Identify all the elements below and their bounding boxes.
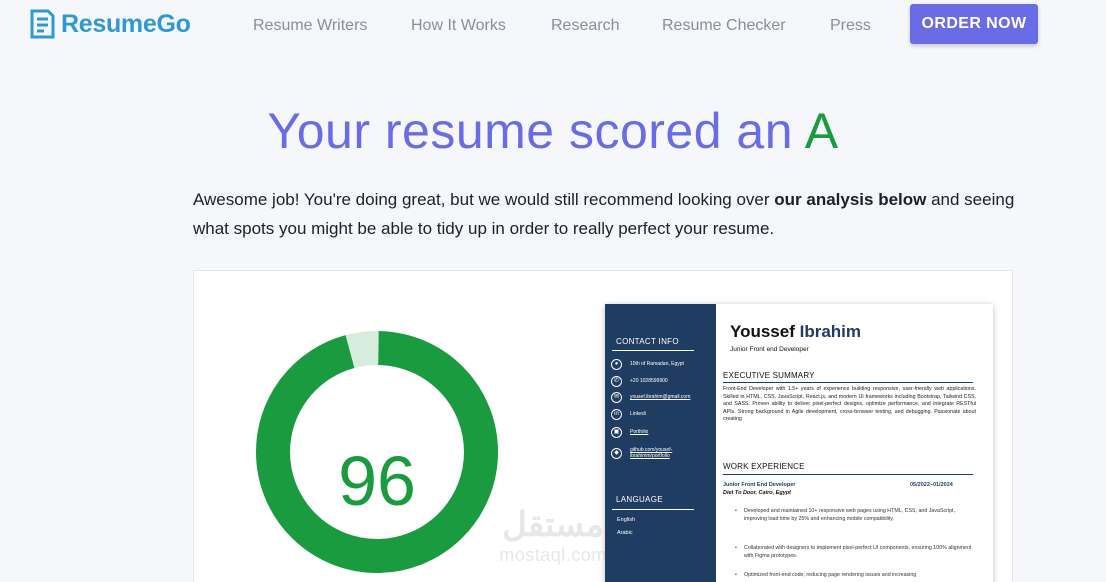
order-now-button[interactable]: ORDER NOW: [910, 4, 1038, 44]
score-value: 96: [338, 442, 416, 520]
score-heading-text: Your resume scored an: [267, 103, 794, 159]
mostaql-watermark: مستقل mostaql.com: [483, 505, 623, 575]
contact-phone-text: +20 1028599900: [630, 378, 668, 384]
contact-linkedin-text[interactable]: Linkedi: [630, 411, 708, 417]
resume-name: Youssef Ibrahim: [730, 322, 861, 342]
contact-divider: [612, 350, 694, 351]
logo-mark-icon: [30, 9, 55, 39]
contact-heading: CONTACT INFO: [616, 337, 679, 346]
contact-location-text: 10th of Ramadan, Egypt: [630, 361, 684, 367]
resume-first-name: Youssef: [730, 322, 795, 341]
contact-email: ✉ yousef.ibrahim@gmail.com: [611, 391, 708, 403]
score-heading: Your resume scored an A: [0, 102, 1106, 160]
intro-text-start: Awesome job! You're doing great, but we …: [193, 190, 775, 209]
summary-text: Front-End Developer with 1.5+ years of e…: [723, 386, 976, 422]
nav-resume-writers[interactable]: Resume Writers: [253, 17, 367, 35]
contact-github-text[interactable]: github.com/yousef-ibrahimm/portfolio: [630, 447, 708, 459]
linkedin-icon: in: [611, 408, 622, 420]
site-header: ResumeGo Resume Writers How It Works Res…: [0, 0, 1106, 50]
job-bullet: Optimized front-end code, reducing page …: [735, 572, 979, 580]
summary-heading: EXECUTIVE SUMMARY: [723, 371, 815, 380]
resumego-logo[interactable]: ResumeGo: [28, 6, 191, 42]
contact-email-text[interactable]: yousef.ibrahim@gmail.com: [630, 394, 708, 400]
intro-analysis-link: our analysis below: [774, 190, 927, 209]
contact-location: ● 10th of Ramadan, Egypt: [611, 358, 708, 370]
intro-paragraph: Awesome job! You're doing great, but we …: [193, 185, 1023, 243]
experience-divider: [723, 474, 973, 475]
resume-last-name: Ibrahim: [799, 322, 862, 341]
portfolio-icon: ▣: [611, 426, 622, 438]
language-divider: [612, 509, 694, 510]
nav-press[interactable]: Press: [830, 17, 871, 35]
email-icon: ✉: [611, 391, 622, 403]
contact-github: ◆ github.com/yousef-ibrahimm/portfolio: [611, 447, 708, 459]
nav-resume-checker[interactable]: Resume Checker: [662, 17, 786, 35]
watermark-arabic: مستقل: [502, 506, 604, 544]
contact-portfolio-text[interactable]: Portfolio: [630, 429, 708, 435]
contact-phone: ✆ +20 1028599900: [611, 375, 708, 387]
resume-preview[interactable]: CONTACT INFO ● 10th of Ramadan, Egypt ✆ …: [605, 304, 993, 582]
job-bullet: Developed and maintained 10+ responsive …: [735, 508, 979, 523]
resume-role: Junior Front end Developer: [730, 346, 809, 353]
nav-how-it-works[interactable]: How It Works: [411, 17, 506, 35]
github-icon: ◆: [611, 447, 622, 459]
experience-heading: WORK EXPERIENCE: [723, 462, 805, 471]
job-title: Junior Front End Developer: [723, 482, 796, 488]
contact-portfolio: ▣ Portfolio: [611, 426, 708, 438]
job-dates: 05/2022–01/2024: [910, 482, 953, 488]
logo-text: ResumeGo: [61, 9, 191, 38]
grade-letter: A: [804, 103, 839, 159]
language-heading: LANGUAGE: [616, 495, 663, 504]
nav-research[interactable]: Research: [551, 17, 619, 35]
job-bullet: Collaborated with designers to implement…: [735, 545, 979, 560]
watermark-latin: mostaql.com: [499, 545, 607, 565]
phone-icon: ✆: [611, 375, 622, 387]
summary-divider: [723, 382, 973, 383]
job-company: Diet To Door, Cairo, Egypt: [723, 490, 791, 496]
location-icon: ●: [611, 358, 622, 370]
contact-linkedin: in Linkedi: [611, 408, 708, 420]
resume-main: Youssef Ibrahim Junior Front end Develop…: [716, 304, 993, 582]
